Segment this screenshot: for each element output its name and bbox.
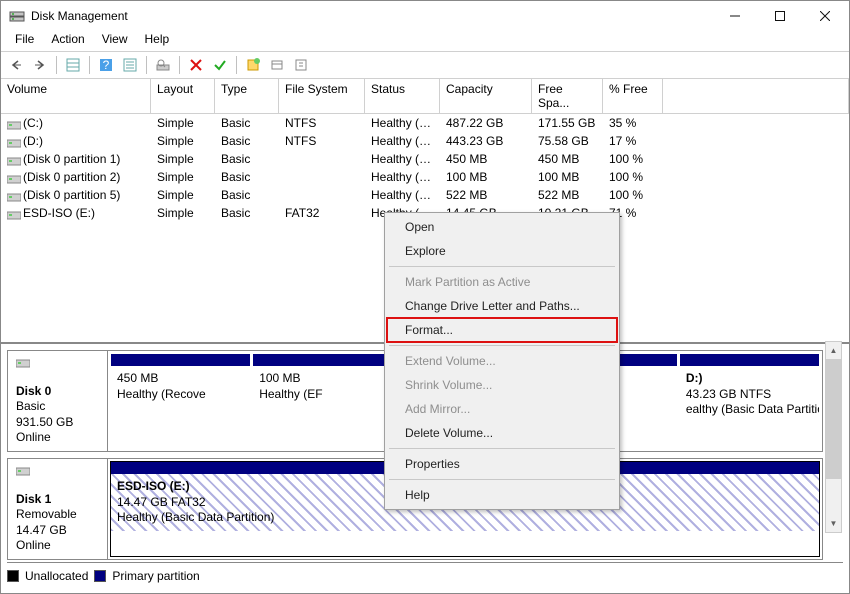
context-menu: Open Explore Mark Partition as Active Ch… bbox=[384, 212, 620, 510]
separator bbox=[56, 56, 57, 74]
scroll-thumb[interactable] bbox=[826, 359, 841, 479]
drive-icon bbox=[7, 154, 21, 166]
check-icon[interactable] bbox=[209, 54, 231, 76]
col-status[interactable]: Status bbox=[365, 79, 440, 113]
forward-button[interactable] bbox=[29, 54, 51, 76]
col-spacer bbox=[663, 79, 849, 113]
delete-icon[interactable] bbox=[185, 54, 207, 76]
scroll-down-icon[interactable]: ▼ bbox=[826, 515, 841, 532]
unallocated-swatch bbox=[7, 570, 19, 582]
separator bbox=[389, 479, 615, 480]
app-icon bbox=[9, 8, 25, 24]
legend: Unallocated Primary partition bbox=[7, 569, 200, 583]
ctx-extend[interactable]: Extend Volume... bbox=[387, 349, 617, 373]
volume-row[interactable]: (Disk 0 partition 1)SimpleBasicHealthy (… bbox=[1, 150, 849, 168]
volume-row[interactable]: (D:)SimpleBasicNTFSHealthy (B...443.23 G… bbox=[1, 132, 849, 150]
window-title: Disk Management bbox=[31, 9, 128, 23]
view-grid-icon[interactable] bbox=[62, 54, 84, 76]
close-button[interactable] bbox=[802, 2, 847, 30]
volume-row[interactable]: (C:)SimpleBasicNTFSHealthy (B...487.22 G… bbox=[1, 114, 849, 132]
disk-icon bbox=[16, 464, 99, 476]
minimize-button[interactable] bbox=[712, 2, 757, 30]
svg-text:?: ? bbox=[103, 58, 110, 72]
ctx-delete[interactable]: Delete Volume... bbox=[387, 421, 617, 445]
volume-list-header: Volume Layout Type File System Status Ca… bbox=[1, 79, 849, 114]
maximize-button[interactable] bbox=[757, 2, 802, 30]
separator bbox=[389, 448, 615, 449]
drive-icon bbox=[7, 208, 21, 220]
drive-icon bbox=[7, 172, 21, 184]
col-free[interactable]: Free Spa... bbox=[532, 79, 603, 113]
titlebar: Disk Management bbox=[1, 1, 849, 31]
menubar: File Action View Help bbox=[1, 31, 849, 51]
separator bbox=[146, 56, 147, 74]
ctx-shrink[interactable]: Shrink Volume... bbox=[387, 373, 617, 397]
properties-icon[interactable] bbox=[290, 54, 312, 76]
ctx-mirror[interactable]: Add Mirror... bbox=[387, 397, 617, 421]
volume-row[interactable]: (Disk 0 partition 2)SimpleBasicHealthy (… bbox=[1, 168, 849, 186]
partition[interactable]: 100 MBHealthy (EF bbox=[253, 354, 392, 448]
menu-file[interactable]: File bbox=[7, 31, 42, 51]
col-type[interactable]: Type bbox=[215, 79, 279, 113]
search-drive-icon[interactable] bbox=[152, 54, 174, 76]
volume-row[interactable]: (Disk 0 partition 5)SimpleBasicHealthy (… bbox=[1, 186, 849, 204]
ctx-help[interactable]: Help bbox=[387, 483, 617, 507]
settings-list-icon[interactable] bbox=[119, 54, 141, 76]
col-filesystem[interactable]: File System bbox=[279, 79, 365, 113]
menu-help[interactable]: Help bbox=[137, 31, 178, 51]
separator bbox=[389, 345, 615, 346]
col-layout[interactable]: Layout bbox=[151, 79, 215, 113]
new-volume-icon[interactable] bbox=[242, 54, 264, 76]
back-button[interactable] bbox=[5, 54, 27, 76]
toolbar: ? bbox=[1, 51, 849, 79]
separator bbox=[89, 56, 90, 74]
primary-swatch bbox=[94, 570, 106, 582]
legend-primary: Primary partition bbox=[112, 569, 199, 583]
ctx-change-letter[interactable]: Change Drive Letter and Paths... bbox=[387, 294, 617, 318]
disk-info: Disk 1Removable14.47 GBOnline bbox=[8, 459, 108, 559]
menu-action[interactable]: Action bbox=[43, 31, 92, 51]
separator bbox=[179, 56, 180, 74]
separator bbox=[236, 56, 237, 74]
ctx-open[interactable]: Open bbox=[387, 215, 617, 239]
drive-icon bbox=[7, 190, 21, 202]
ctx-format[interactable]: Format... bbox=[387, 318, 617, 342]
help-icon[interactable]: ? bbox=[95, 54, 117, 76]
menu-view[interactable]: View bbox=[94, 31, 136, 51]
ctx-explore[interactable]: Explore bbox=[387, 239, 617, 263]
drive-icon bbox=[7, 136, 21, 148]
drive-icon bbox=[7, 118, 21, 130]
scroll-up-icon[interactable]: ▲ bbox=[826, 342, 841, 359]
ctx-mark-active[interactable]: Mark Partition as Active bbox=[387, 270, 617, 294]
disk-info: Disk 0Basic931.50 GBOnline bbox=[8, 351, 108, 451]
partition[interactable]: D:)43.23 GB NTFSealthy (Basic Data Parti… bbox=[680, 354, 819, 448]
vertical-scrollbar[interactable]: ▲ ▼ bbox=[825, 341, 842, 533]
partition[interactable]: 450 MBHealthy (Recove bbox=[111, 354, 250, 448]
disk-icon bbox=[16, 356, 99, 368]
col-volume[interactable]: Volume bbox=[1, 79, 151, 113]
col-pfree[interactable]: % Free bbox=[603, 79, 663, 113]
col-capacity[interactable]: Capacity bbox=[440, 79, 532, 113]
list-icon[interactable] bbox=[266, 54, 288, 76]
legend-unallocated: Unallocated bbox=[25, 569, 88, 583]
separator bbox=[389, 266, 615, 267]
ctx-properties[interactable]: Properties bbox=[387, 452, 617, 476]
